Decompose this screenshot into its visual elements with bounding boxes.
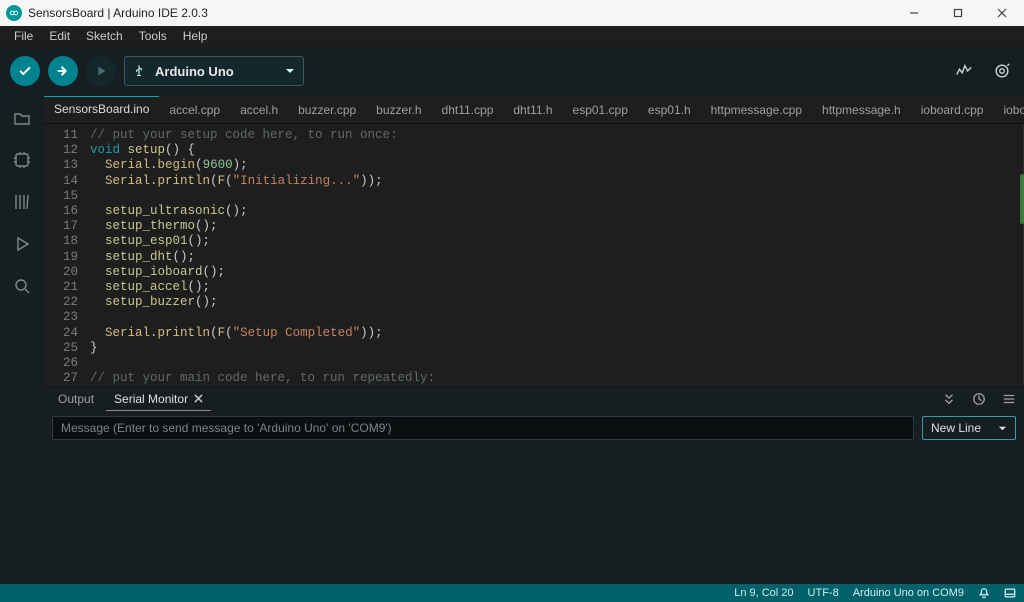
serial-monitor-button[interactable] (990, 59, 1014, 83)
window-close-button[interactable] (980, 0, 1024, 26)
serial-input-row: New Line (44, 411, 1024, 445)
serial-monitor-body[interactable] (44, 445, 1024, 584)
editor-tab[interactable]: ioboard.h (993, 97, 1024, 123)
boards-manager-button[interactable] (10, 148, 34, 172)
editor-tab[interactable]: esp01.h (638, 97, 701, 123)
chevron-down-icon (285, 64, 295, 79)
editor-tab[interactable]: accel.cpp (159, 97, 230, 123)
library-manager-button[interactable] (10, 190, 34, 214)
menu-tools[interactable]: Tools (131, 27, 175, 45)
board-selector[interactable]: Arduino Uno (124, 56, 304, 86)
activity-bar (0, 96, 44, 584)
panel-tab-output[interactable]: Output (50, 388, 102, 410)
panel-timestamp-button[interactable] (968, 388, 990, 410)
panel-autoscroll-button[interactable] (938, 388, 960, 410)
status-board-port[interactable]: Arduino Uno on COM9 (853, 587, 964, 599)
status-notifications-button[interactable] (978, 587, 990, 599)
editor-code[interactable]: // put your setup code here, to run once… (86, 124, 1024, 386)
debug-button[interactable] (86, 56, 116, 86)
panel-clear-button[interactable] (998, 388, 1020, 410)
status-encoding[interactable]: UTF-8 (808, 587, 839, 599)
usb-icon (133, 65, 145, 77)
panel-tab-serial-monitor[interactable]: Serial Monitor (106, 388, 211, 411)
menu-help[interactable]: Help (175, 27, 216, 45)
upload-button[interactable] (48, 56, 78, 86)
close-icon[interactable] (194, 392, 203, 406)
menu-sketch[interactable]: Sketch (78, 27, 131, 45)
debug-panel-button[interactable] (10, 232, 34, 256)
chevron-down-icon (998, 424, 1007, 433)
editor-tab[interactable]: httpmessage.h (812, 97, 911, 123)
minimap-viewport[interactable] (1020, 174, 1024, 224)
status-close-panel-button[interactable] (1004, 587, 1016, 599)
editor-tab[interactable]: SensorsBoard.ino (44, 96, 159, 123)
line-ending-select[interactable]: New Line (922, 416, 1016, 440)
editor-tab[interactable]: buzzer.cpp (288, 97, 366, 123)
panel-tab-label: Serial Monitor (114, 392, 188, 406)
bottom-panel: Output Serial Monitor New Line (44, 386, 1024, 584)
app-icon (6, 5, 22, 21)
window-maximize-button[interactable] (936, 0, 980, 26)
editor-tabs: SensorsBoard.inoaccel.cppaccel.hbuzzer.c… (44, 96, 1024, 124)
titlebar: SensorsBoard | Arduino IDE 2.0.3 (0, 0, 1024, 26)
editor-tab[interactable]: dht11.cpp (432, 97, 504, 123)
editor-tab[interactable]: ioboard.cpp (911, 97, 994, 123)
toolbar: Arduino Uno (0, 46, 1024, 96)
status-bar: Ln 9, Col 20 UTF-8 Arduino Uno on COM9 (0, 584, 1024, 602)
sketchbook-button[interactable] (10, 106, 34, 130)
search-button[interactable] (10, 274, 34, 298)
menu-edit[interactable]: Edit (41, 27, 78, 45)
line-ending-label: New Line (931, 421, 981, 435)
code-editor[interactable]: 11 12 13 14 15 16 17 18 19 20 21 22 23 2… (44, 124, 1024, 386)
window-title: SensorsBoard | Arduino IDE 2.0.3 (28, 6, 208, 20)
status-cursor-position[interactable]: Ln 9, Col 20 (734, 587, 793, 599)
editor-tab[interactable]: esp01.cpp (563, 97, 638, 123)
serial-plotter-button[interactable] (952, 59, 976, 83)
menubar: File Edit Sketch Tools Help (0, 26, 1024, 46)
editor-tab[interactable]: accel.h (230, 97, 288, 123)
editor-gutter: 11 12 13 14 15 16 17 18 19 20 21 22 23 2… (44, 124, 86, 386)
menu-file[interactable]: File (6, 27, 41, 45)
serial-message-input[interactable] (52, 416, 914, 440)
window-minimize-button[interactable] (892, 0, 936, 26)
panel-tabs: Output Serial Monitor (44, 387, 1024, 411)
editor-tab[interactable]: buzzer.h (366, 97, 431, 123)
editor-tab[interactable]: dht11.h (503, 97, 562, 123)
editor-tab[interactable]: httpmessage.cpp (701, 97, 812, 123)
verify-button[interactable] (10, 56, 40, 86)
board-selector-label: Arduino Uno (155, 64, 255, 79)
